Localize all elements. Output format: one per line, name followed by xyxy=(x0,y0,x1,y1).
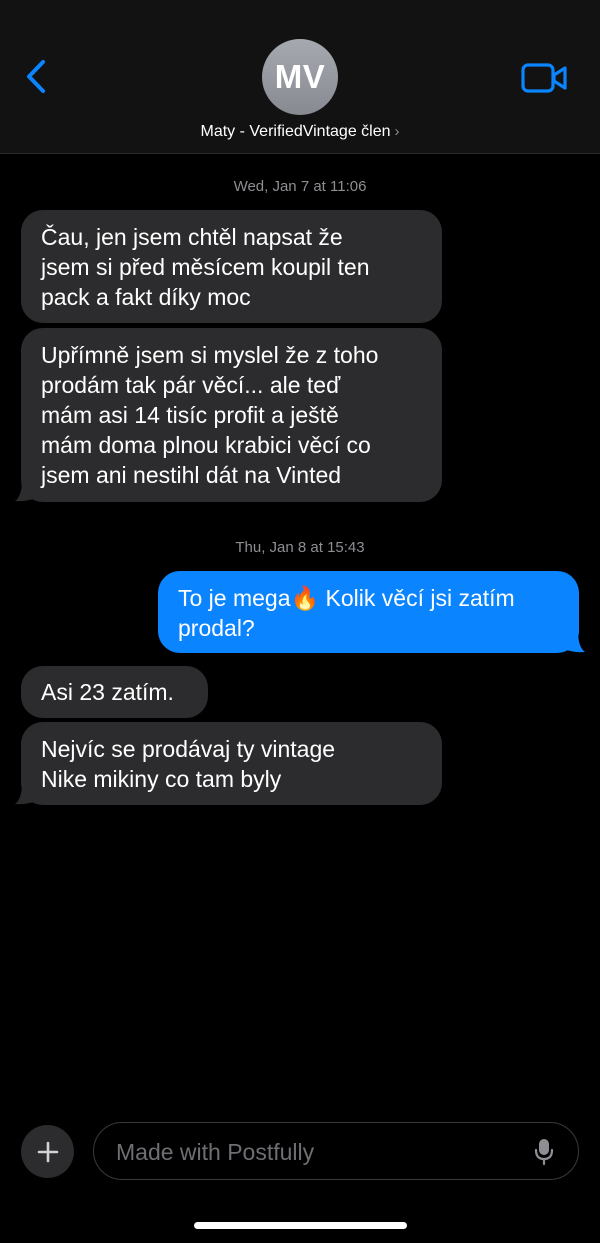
message-line: pack a fakt díky moc xyxy=(41,284,251,310)
bubble-tail xyxy=(15,480,36,502)
message-line: Čau, jen jsem chtěl napsat že xyxy=(41,224,343,250)
home-indicator[interactable] xyxy=(194,1222,407,1229)
contact-name-button[interactable]: Maty - VerifiedVintage člen › xyxy=(0,123,600,141)
conversation-header: MV Maty - VerifiedVintage člen › xyxy=(0,0,600,154)
incoming-message-bubble[interactable]: Upřímně jsem si myslel že z toho prodám … xyxy=(21,328,442,502)
avatar[interactable]: MV xyxy=(262,39,338,115)
message-line: prodal? xyxy=(178,615,255,641)
contact-name: Maty - VerifiedVintage člen xyxy=(200,123,391,140)
back-button[interactable] xyxy=(20,57,60,97)
incoming-message-bubble[interactable]: Nejvíc se prodávaj ty vintage Nike mikin… xyxy=(21,722,442,805)
timestamp: Thu, Jan 8 at 15:43 xyxy=(235,539,365,556)
message-line: To je mega🔥 Kolik věcí jsi zatím xyxy=(178,585,515,611)
message-composer xyxy=(0,1122,600,1182)
microphone-icon[interactable] xyxy=(534,1138,554,1166)
plus-icon xyxy=(37,1141,58,1162)
message-line: jsem ani nestihl dát na Vinted xyxy=(41,462,342,488)
message-line: Nike mikiny co tam byly xyxy=(41,766,282,792)
message-line: mám doma plnou krabici věcí co xyxy=(41,432,371,458)
outgoing-message-bubble[interactable]: To je mega🔥 Kolik věcí jsi zatím prodal? xyxy=(158,571,579,653)
message-input-field[interactable] xyxy=(93,1122,579,1181)
video-call-button[interactable] xyxy=(520,60,570,96)
timestamp: Wed, Jan 7 at 11:06 xyxy=(233,178,367,195)
message-line: Nejvíc se prodávaj ty vintage xyxy=(41,736,336,762)
bubble-tail xyxy=(15,783,36,805)
incoming-message-bubble[interactable]: Asi 23 zatím. xyxy=(21,666,208,718)
chevron-right-icon: › xyxy=(394,123,400,140)
add-attachment-button[interactable] xyxy=(21,1125,74,1178)
video-camera-icon xyxy=(521,63,567,93)
chevron-left-icon xyxy=(27,60,45,93)
message-line: Asi 23 zatím. xyxy=(41,679,174,705)
message-line: jsem si před měsícem koupil ten xyxy=(41,254,370,280)
message-line: prodám tak pár věcí... ale teď xyxy=(41,372,341,398)
message-input[interactable] xyxy=(114,1123,518,1181)
message-line: Upřímně jsem si myslel že z toho xyxy=(41,342,379,368)
bubble-tail xyxy=(564,631,585,653)
incoming-message-bubble[interactable]: Čau, jen jsem chtěl napsat že jsem si př… xyxy=(21,210,442,323)
message-line: mám asi 14 tisíc profit a ještě xyxy=(41,402,339,428)
